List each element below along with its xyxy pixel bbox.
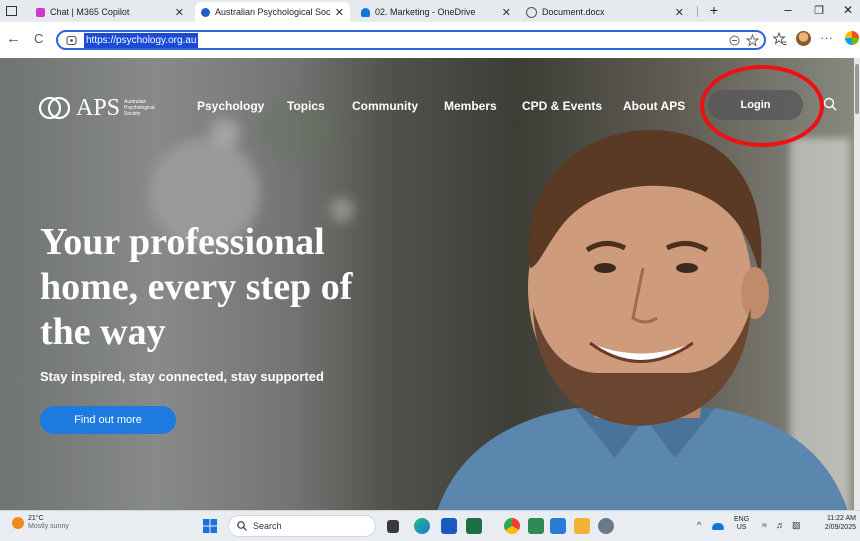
- address-bar[interactable]: https://psychology.org.au: [56, 30, 766, 50]
- settings-gear-icon[interactable]: [598, 518, 614, 534]
- cta-label: Find out more: [74, 414, 142, 426]
- restore-button[interactable]: ❐: [809, 4, 829, 17]
- tab-document[interactable]: Document.docx ✕: [520, 2, 690, 22]
- clock[interactable]: 11:22 AM 2/09/2025: [825, 514, 856, 532]
- chrome-icon[interactable]: [504, 518, 520, 534]
- task-view-icon[interactable]: [387, 520, 399, 533]
- logo-abbreviation: APS: [76, 94, 121, 121]
- tab-separator: [697, 6, 698, 17]
- more-menu-button[interactable]: ···: [820, 30, 833, 45]
- close-window-button[interactable]: ✕: [838, 3, 858, 17]
- new-tab-button[interactable]: +: [704, 2, 724, 18]
- address-bar-row: ← C https://psychology.org.au ···: [0, 22, 860, 59]
- excel-icon[interactable]: [466, 518, 482, 534]
- aps-logo[interactable]: APS Australian Psychological Society: [38, 93, 164, 123]
- tab-aps[interactable]: Australian Psychological Society | ✕: [195, 2, 350, 22]
- close-tab-icon[interactable]: ✕: [502, 6, 511, 19]
- refresh-button[interactable]: C: [34, 31, 43, 46]
- nav-psychology[interactable]: Psychology: [197, 99, 264, 113]
- window-menu-icon[interactable]: [6, 6, 17, 16]
- hero-headline: Your professional home, every step of th…: [40, 221, 353, 353]
- nav-about-aps[interactable]: About APS: [623, 99, 685, 113]
- taskbar-search-placeholder: Search: [253, 521, 282, 531]
- login-highlight-circle: [700, 65, 824, 147]
- tab-label: 02. Marketing - OneDrive: [375, 7, 476, 17]
- nav-members[interactable]: Members: [444, 99, 497, 113]
- zoom-icon[interactable]: [729, 35, 740, 46]
- clock-date: 2/09/2025: [824, 524, 856, 531]
- word-icon[interactable]: [550, 518, 566, 534]
- taskbar-search-box[interactable]: Search: [228, 515, 376, 537]
- globe-icon: [526, 6, 537, 18]
- minimize-button[interactable]: –: [778, 2, 798, 17]
- onedrive-tray-icon[interactable]: [712, 523, 724, 530]
- copilot-sidebar-icon[interactable]: [845, 31, 859, 45]
- page-scrollbar[interactable]: [854, 58, 860, 510]
- clock-time: 11:22 AM: [826, 515, 856, 522]
- scrollbar-thumb[interactable]: [855, 64, 859, 114]
- weather-description: Mostly sunny: [28, 523, 69, 530]
- close-tab-icon[interactable]: ✕: [675, 6, 684, 19]
- nav-community[interactable]: Community: [352, 99, 418, 113]
- profile-avatar[interactable]: [796, 31, 811, 46]
- back-button[interactable]: ←: [6, 30, 21, 47]
- wifi-icon[interactable]: ≈: [762, 520, 767, 530]
- volume-icon[interactable]: ♬: [776, 520, 785, 530]
- teams-like-app-icon[interactable]: [528, 518, 544, 534]
- nav-cpd-events[interactable]: CPD & Events: [522, 99, 602, 113]
- tab-copilot[interactable]: Chat | M365 Copilot ✕: [30, 2, 190, 22]
- weather-temperature: 21°C: [28, 515, 44, 522]
- weather-sun-icon: [12, 517, 24, 529]
- hero-section: APS Australian Psychological Society Psy…: [0, 58, 860, 510]
- favorite-star-icon[interactable]: [746, 34, 759, 47]
- tray-chevron-up-icon[interactable]: ^: [697, 520, 701, 530]
- onedrive-icon: [361, 7, 370, 17]
- tab-label: Chat | M365 Copilot: [50, 7, 130, 17]
- tab-label: Document.docx: [542, 7, 605, 17]
- close-tab-icon[interactable]: ✕: [175, 6, 184, 19]
- hero-subheadline: Stay inspired, stay connected, stay supp…: [40, 369, 324, 384]
- hero-portrait-image: [437, 129, 848, 510]
- close-tab-icon[interactable]: ✕: [335, 6, 344, 19]
- file-explorer-icon[interactable]: [574, 518, 590, 534]
- nav-topics[interactable]: Topics: [287, 99, 325, 113]
- logo-full-name: Australian Psychological Society: [124, 99, 155, 117]
- favorites-icon[interactable]: [773, 32, 787, 46]
- browser-tab-bar: Chat | M365 Copilot ✕ Australian Psychol…: [0, 0, 860, 22]
- windows-taskbar: 21°C Mostly sunny Search ^ ENG US ≈ ♬ ▧ …: [0, 510, 860, 541]
- tab-label: Australian Psychological Society |: [215, 7, 331, 17]
- search-icon: [237, 521, 247, 531]
- edge-browser-icon[interactable]: [414, 518, 430, 534]
- site-info-icon[interactable]: [66, 35, 77, 46]
- aps-logo-mark-icon: [38, 96, 71, 120]
- language-code: ENG: [734, 516, 750, 523]
- find-out-more-button[interactable]: Find out more: [40, 406, 176, 434]
- battery-icon[interactable]: ▧: [792, 520, 801, 531]
- language-indicator[interactable]: ENG US: [734, 516, 749, 532]
- aps-favicon-icon: [201, 7, 210, 17]
- url-text[interactable]: https://psychology.org.au: [84, 33, 199, 48]
- copilot-icon: [36, 7, 45, 17]
- outlook-icon[interactable]: [441, 518, 457, 534]
- weather-widget[interactable]: 21°C Mostly sunny: [12, 515, 69, 531]
- windows-start-icon[interactable]: [203, 519, 217, 533]
- tab-onedrive[interactable]: 02. Marketing - OneDrive ✕: [355, 2, 517, 22]
- search-icon[interactable]: [823, 97, 837, 111]
- keyboard-region: US: [736, 524, 747, 531]
